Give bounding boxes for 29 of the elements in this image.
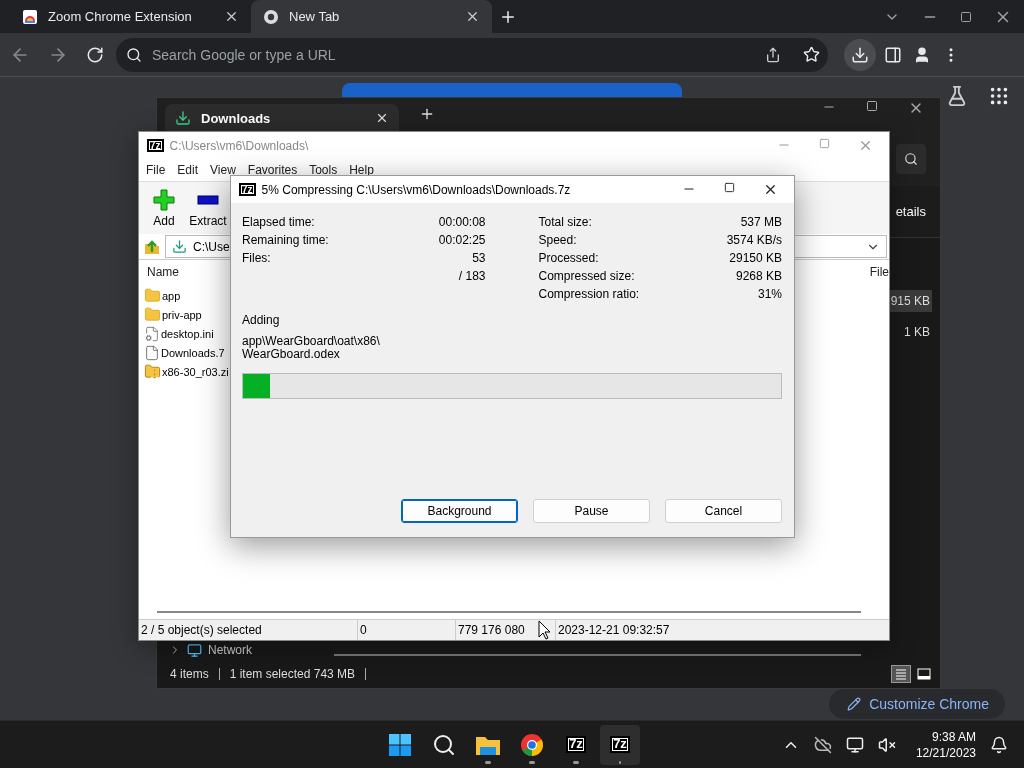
action-label: Adding	[242, 313, 281, 327]
stat-label: Compressed size:	[538, 269, 635, 283]
status-text: 4 items	[170, 667, 209, 681]
status-text: 1 item selected 743 MB	[229, 667, 356, 681]
stat-value: 9268 KB	[735, 269, 782, 283]
tab-title: Zoom Chrome Extension	[48, 9, 193, 24]
file-path: WearGboard.odex	[242, 348, 340, 361]
file-path: app\WearGboard\oat\x86\	[242, 335, 381, 348]
stat-label: Speed:	[538, 233, 577, 247]
stat-label: Files:	[242, 251, 271, 265]
stat-value: 3574 KB/s	[726, 233, 782, 247]
stat-value: 53	[472, 251, 486, 265]
stat-value: 00:02:25	[438, 233, 486, 247]
status-cell: 0	[358, 620, 456, 640]
status-cell-text: 2023-12-21 09:32:57	[557, 622, 671, 639]
dialog-title: 5% Compressing C:\Users\vm6\Downloads\Downloads.7z	[261, 182, 572, 197]
window-title: C:\Users\vm6\Downloads\	[169, 138, 310, 153]
stat-label: Remaining time:	[242, 233, 329, 247]
stat-label: Compression ratio:	[538, 287, 640, 301]
tab-title: New Tab	[289, 9, 341, 24]
status-cell: 2 / 5 object(s) selected	[139, 620, 358, 640]
stat-label: Total size:	[538, 215, 592, 229]
stat-label: Elapsed time:	[242, 215, 315, 229]
stat-value: 31%	[757, 287, 782, 301]
stat-value: / 183	[458, 269, 486, 283]
stat-value: 29150 KB	[729, 251, 782, 265]
stat-value: 537 MB	[740, 215, 782, 229]
stat-label: Processed:	[538, 251, 599, 265]
stat-value: 00:00:08	[438, 215, 486, 229]
